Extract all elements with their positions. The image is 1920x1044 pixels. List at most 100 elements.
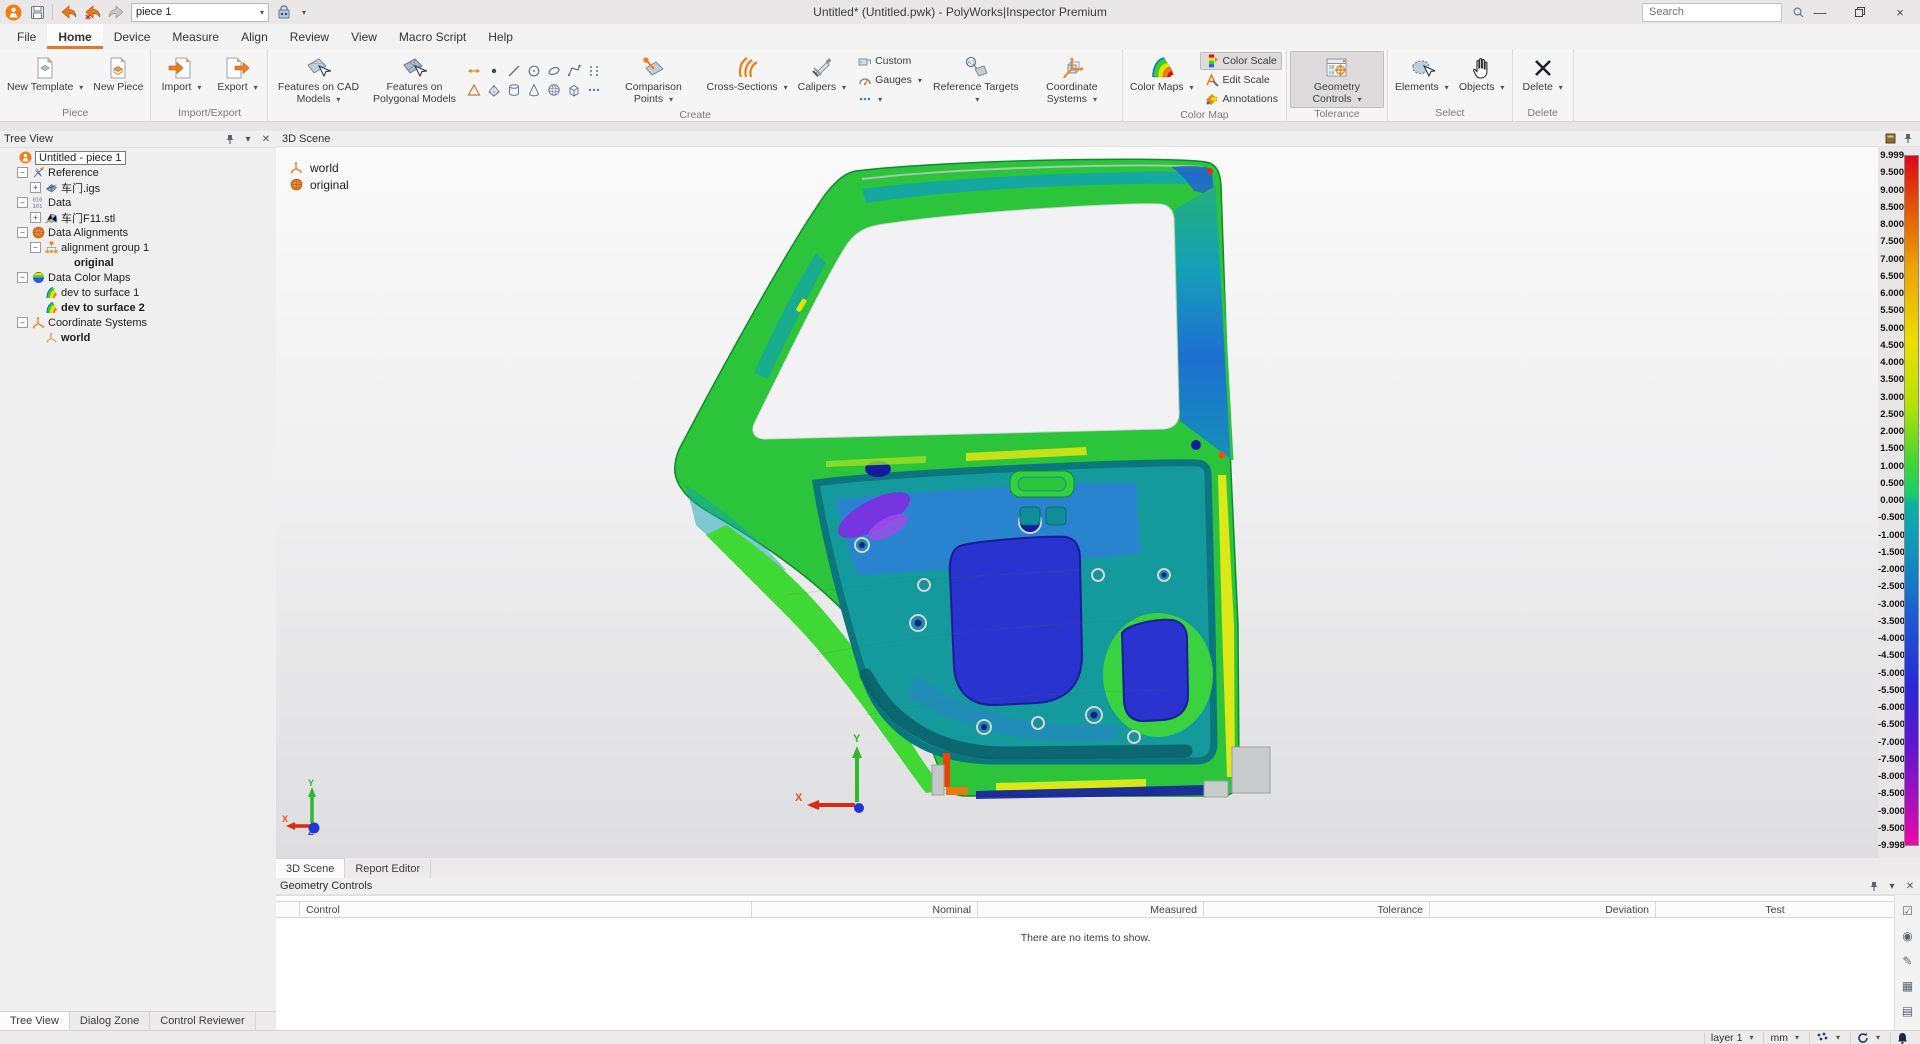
bottom-tab-control-reviewer[interactable]: Control Reviewer — [150, 1012, 255, 1030]
tree-item-alignment-group-1[interactable]: −alignment group 1 — [0, 240, 276, 255]
notifications[interactable] — [1890, 1032, 1914, 1044]
ellipse-tool-icon[interactable] — [546, 63, 561, 78]
bottom-tab-tree-view[interactable]: Tree View — [0, 1012, 70, 1030]
box-tool-icon[interactable] — [566, 82, 581, 97]
calipers-button[interactable]: Calipers ▾ — [794, 51, 850, 109]
color-scale[interactable]: 9.9999.5009.0008.5008.0007.5007.0006.500… — [1878, 147, 1920, 858]
more-dots-button[interactable]: ▾ — [853, 90, 926, 108]
gc-pin-icon[interactable] — [1868, 880, 1880, 892]
delete-button[interactable]: Delete ▾ — [1516, 51, 1570, 107]
menu-file[interactable]: File — [6, 24, 47, 49]
tree-item-data[interactable]: −010101Data — [0, 195, 276, 210]
pointgrid-tool-icon[interactable] — [586, 63, 601, 78]
menu-align[interactable]: Align — [230, 24, 279, 49]
search-box[interactable] — [1642, 3, 1782, 22]
expand-icon[interactable]: + — [30, 182, 41, 193]
restore-button[interactable] — [1840, 0, 1880, 24]
car-door-colormap[interactable] — [666, 155, 1286, 805]
edit-scale-button[interactable]: Edit Scale — [1200, 71, 1281, 89]
cone-tool-icon[interactable] — [526, 82, 541, 97]
gc-menu-caret-icon[interactable]: ▾ — [1886, 880, 1898, 892]
probe-icon[interactable]: ◉ — [1900, 928, 1915, 943]
pin-icon[interactable] — [224, 133, 236, 145]
sphere-tool-icon[interactable] — [546, 82, 561, 97]
gc-close-icon[interactable]: ✕ — [1904, 880, 1916, 892]
menu-help[interactable]: Help — [477, 24, 524, 49]
dimension-tool-icon[interactable] — [466, 63, 481, 78]
close-button[interactable]: × — [1880, 0, 1920, 24]
menu-home[interactable]: Home — [47, 24, 102, 49]
column-header-deviation[interactable]: Deviation — [1430, 902, 1656, 917]
workspace-manager-icon[interactable] — [275, 3, 293, 21]
undo-all-icon[interactable] — [83, 3, 101, 21]
layer-selector[interactable]: layer 1▾ — [1704, 1032, 1760, 1044]
export-button[interactable]: Export ▾ — [210, 51, 264, 107]
tree-item-车门f11-stl[interactable]: +车门F11.stl — [0, 210, 276, 225]
new-piece-button[interactable]: New Piece — [89, 51, 147, 107]
digitized-points-display-options[interactable]: ▾ — [1809, 1032, 1846, 1044]
objects-button[interactable]: Objects ▾ — [1455, 51, 1509, 107]
point-tool-icon[interactable] — [486, 63, 501, 78]
tree-item-original[interactable]: original — [0, 255, 276, 270]
expand-icon[interactable]: + — [30, 212, 41, 223]
coordinate-systems-button[interactable]: Coordinate Systems ▾ — [1025, 51, 1119, 109]
menu-device[interactable]: Device — [103, 24, 162, 49]
color-maps-button[interactable]: Color Maps ▾ — [1126, 51, 1198, 109]
3d-viewport[interactable]: world original — [276, 147, 1878, 858]
panel-close-icon[interactable]: ✕ — [260, 133, 272, 145]
plane-tool-icon[interactable] — [486, 82, 501, 97]
annotations-button[interactable]: Annotations — [1200, 90, 1281, 108]
scene-label-world[interactable]: world — [290, 161, 349, 175]
color-scale-button[interactable]: Color Scale — [1200, 52, 1281, 70]
minimize-button[interactable]: — — [1800, 0, 1840, 24]
geometry-controls-button[interactable]: 8888Geometry Controls ▾ — [1290, 51, 1384, 108]
column-header-tolerance[interactable]: Tolerance — [1204, 902, 1430, 917]
menu-macro-script[interactable]: Macro Script — [388, 24, 477, 49]
tree-item-dev-to-surface-1[interactable]: dev to surface 1 — [0, 285, 276, 300]
comparison-points-button[interactable]: Comparison Points ▾ — [606, 51, 700, 109]
more-tool-icon[interactable] — [586, 82, 601, 97]
column-header-select[interactable] — [276, 902, 300, 917]
tree-item-data-alignments[interactable]: −Data Alignments — [0, 225, 276, 240]
circle-tool-icon[interactable] — [526, 63, 541, 78]
reference-targets-button[interactable]: A1Reference Targets ▾ — [929, 51, 1023, 109]
search-input[interactable] — [1647, 5, 1793, 19]
scale-options-icon[interactable] — [1884, 133, 1896, 145]
tree-item-coordinate-systems[interactable]: −Coordinate Systems — [0, 315, 276, 330]
menu-measure[interactable]: Measure — [161, 24, 230, 49]
menu-review[interactable]: Review — [279, 24, 340, 49]
layers-icon[interactable]: ▤ — [1900, 1003, 1915, 1018]
color-scale-bar[interactable] — [1904, 155, 1919, 846]
column-header-nominal[interactable]: Nominal — [752, 902, 978, 917]
redo-icon[interactable] — [107, 3, 125, 21]
elements-button[interactable]: Elements ▾ — [1391, 51, 1453, 107]
column-header-test[interactable]: Test — [1656, 902, 1895, 917]
polyline-tool-icon[interactable] — [566, 63, 581, 78]
features-on-polygonal-models-button[interactable]: Features on Polygonal Models — [367, 51, 461, 109]
column-header-control[interactable]: Control — [300, 902, 752, 917]
panel-menu-caret-icon[interactable]: ▾ — [242, 133, 254, 145]
cross-sections-button[interactable]: Cross-Sections ▾ — [702, 51, 791, 109]
tree-item-dev-to-surface-2[interactable]: dev to surface 2 — [0, 300, 276, 315]
polyworks-logo-icon[interactable] — [4, 3, 22, 21]
undo-icon[interactable] — [59, 3, 77, 21]
tree-item-world[interactable]: world — [0, 330, 276, 345]
collapse-icon[interactable]: − — [17, 317, 28, 328]
view-tab-3d-scene[interactable]: 3D Scene — [276, 858, 345, 878]
line-tool-icon[interactable] — [506, 63, 521, 78]
scene-pin-icon[interactable] — [1902, 133, 1914, 145]
column-header-measured[interactable]: Measured — [978, 902, 1204, 917]
collapse-icon[interactable]: − — [17, 227, 28, 238]
tree-item-untitled-piece-1[interactable]: Untitled - piece 1 — [0, 150, 276, 165]
cylinder-tool-icon[interactable] — [506, 82, 521, 97]
collapse-icon[interactable]: − — [30, 242, 41, 253]
gauges-button[interactable]: Gauges▾ — [853, 71, 926, 89]
units-selector[interactable]: mm▾ — [1763, 1032, 1805, 1044]
triangle-tool-icon[interactable] — [466, 82, 481, 97]
piece-selector[interactable]: piece 1▾ — [131, 3, 269, 22]
quick-access-menu-icon[interactable]: ▾ — [302, 8, 306, 17]
save-icon[interactable] — [28, 3, 46, 21]
scene-label-original[interactable]: original — [290, 178, 349, 192]
collapse-icon[interactable]: − — [17, 167, 28, 178]
collapse-icon[interactable]: − — [17, 272, 28, 283]
